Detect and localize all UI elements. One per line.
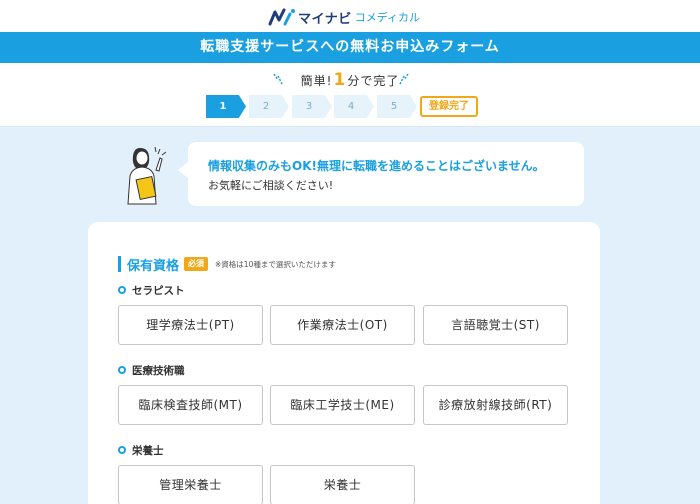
time-note-prefix: 簡単! bbox=[300, 74, 333, 88]
step-1: 1 bbox=[206, 95, 246, 118]
group-label-medical-tech: 医療技術職 bbox=[118, 363, 185, 377]
completion-time-note: 簡単!1分で完了 bbox=[0, 70, 700, 90]
required-badge: 必須 bbox=[184, 257, 209, 271]
section-header: 保有資格 必須 ※資格は10種まで選択いただけます bbox=[118, 256, 336, 274]
ring-bullet-icon bbox=[118, 446, 126, 454]
time-note-suffix: 分で完了 bbox=[347, 74, 400, 88]
option-mt[interactable]: 臨床検査技師(MT) bbox=[118, 385, 263, 425]
logo-main-text: マイナビ bbox=[298, 11, 352, 27]
option-registered-dietitian[interactable]: 管理栄養士 bbox=[118, 465, 263, 504]
group-label-therapist: セラピスト bbox=[118, 283, 185, 297]
group-label-nutritionist: 栄養士 bbox=[118, 443, 164, 457]
progress-area: 簡単!1分で完了 1 2 3 4 5 登録完了 bbox=[0, 63, 700, 127]
option-pt[interactable]: 理学療法士(PT) bbox=[118, 305, 263, 345]
site-header: マイナビ コメディカル bbox=[0, 0, 700, 32]
ring-bullet-icon bbox=[118, 286, 126, 294]
selection-limit-note: ※資格は10種まで選択いただけます bbox=[215, 259, 336, 269]
group-label-text: セラピスト bbox=[132, 284, 185, 297]
group-label-text: 医療技術職 bbox=[132, 364, 185, 377]
time-note-number: 1 bbox=[333, 70, 347, 90]
step-indicator: 1 2 3 4 5 登録完了 bbox=[206, 95, 506, 118]
form-title-banner: 転職支援サービスへの無料お申込みフォーム bbox=[0, 32, 700, 63]
group-label-text: 栄養士 bbox=[132, 444, 164, 457]
title-accent-bar bbox=[118, 256, 121, 272]
option-rt[interactable]: 診療放射線技師(RT) bbox=[423, 385, 568, 425]
step-complete-badge: 登録完了 bbox=[420, 96, 478, 117]
intro-speech-bubble: 情報収集のみもOK!無理に転職を進めることはございません。 お気軽にご相談くださ… bbox=[178, 142, 584, 206]
logo-sub-text: コメディカル bbox=[354, 11, 420, 24]
qualification-form-card: 保有資格 必須 ※資格は10種まで選択いただけます セラピスト 理学療法士(PT… bbox=[88, 222, 600, 504]
step-5: 5 bbox=[377, 95, 417, 118]
option-st[interactable]: 言語聴覚士(ST) bbox=[423, 305, 568, 345]
step-2: 2 bbox=[249, 95, 289, 118]
section-title: 保有資格 bbox=[127, 258, 180, 274]
option-ot[interactable]: 作業療法士(OT) bbox=[270, 305, 415, 345]
mynavi-m-logo-icon bbox=[268, 8, 295, 26]
sparkle-right-icon bbox=[399, 73, 409, 85]
step-4: 4 bbox=[334, 95, 374, 118]
option-me[interactable]: 臨床工学技士(ME) bbox=[270, 385, 415, 425]
option-dietitian[interactable]: 栄養士 bbox=[270, 465, 415, 504]
advisor-illustration-icon bbox=[127, 146, 167, 205]
ring-bullet-icon bbox=[118, 366, 126, 374]
site-logo[interactable]: マイナビ コメディカル bbox=[268, 7, 420, 27]
intro-sub-message: お気軽にご相談ください! bbox=[208, 179, 334, 192]
intro-main-message: 情報収集のみもOK!無理に転職を進めることはございません。 bbox=[208, 159, 545, 173]
step-3: 3 bbox=[292, 95, 332, 118]
